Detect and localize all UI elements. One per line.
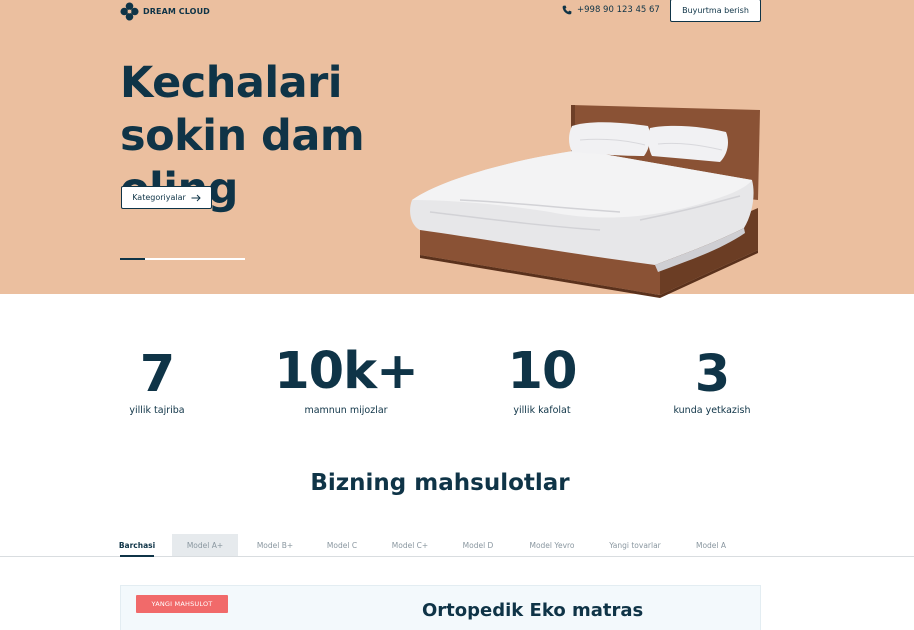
slider-progress-active — [120, 258, 145, 260]
phone-number: +998 90 123 45 67 — [577, 5, 660, 15]
tab-model-c[interactable]: Model C — [318, 534, 366, 556]
tab-all[interactable]: Barchasi — [115, 534, 159, 556]
stat-label: kunda yetkazish — [673, 405, 751, 416]
phone-icon — [562, 5, 572, 15]
bed-image — [410, 105, 760, 298]
tab-new-products[interactable]: Yangi tovarlar — [600, 534, 670, 556]
stat-value: 7 — [139, 345, 176, 404]
active-tab-indicator — [120, 555, 154, 557]
phone-contact[interactable]: +998 90 123 45 67 — [562, 5, 660, 15]
arrow-right-icon — [191, 194, 201, 201]
hero-section: DREAM CLOUD +998 90 123 45 67 Buyurtma b… — [0, 0, 914, 298]
logo[interactable]: DREAM CLOUD — [120, 2, 210, 21]
stat-delivery: 3 kunda yetkazish — [652, 345, 772, 416]
tab-model-a-plus[interactable]: Model A+ — [172, 534, 238, 556]
new-product-badge: YANGI MAHSULOT — [136, 595, 228, 613]
stat-value: 10 — [507, 342, 578, 401]
stat-label: yillik tajriba — [129, 405, 185, 416]
logo-text: DREAM CLOUD — [143, 7, 210, 16]
stat-label: mamnun mijozlar — [304, 405, 388, 416]
categories-button-label: Kategoriyalar — [132, 193, 186, 202]
stat-value: 10k+ — [274, 342, 419, 401]
stat-experience: 7 yillik tajriba — [107, 345, 207, 416]
tab-model-a[interactable]: Model A — [686, 534, 736, 556]
tab-model-c-plus[interactable]: Model C+ — [384, 534, 436, 556]
stat-customers: 10k+ mamnun mijozlar — [266, 342, 426, 416]
products-section-title: Bizning mahsulotlar — [310, 470, 570, 496]
stat-label: yillik kafolat — [513, 405, 571, 416]
order-button[interactable]: Buyurtma berish — [670, 0, 761, 22]
categories-button[interactable]: Kategoriyalar — [121, 186, 212, 209]
cloud-logo-icon — [120, 2, 139, 21]
tab-model-b-plus[interactable]: Model B+ — [248, 534, 302, 556]
stat-value: 3 — [694, 345, 731, 404]
tab-model-yevro[interactable]: Model Yevro — [522, 534, 582, 556]
stat-warranty: 10 yillik kafolat — [482, 342, 602, 416]
tab-model-d[interactable]: Model D — [454, 534, 502, 556]
product-title[interactable]: Ortopedik Eko matras — [422, 600, 643, 621]
